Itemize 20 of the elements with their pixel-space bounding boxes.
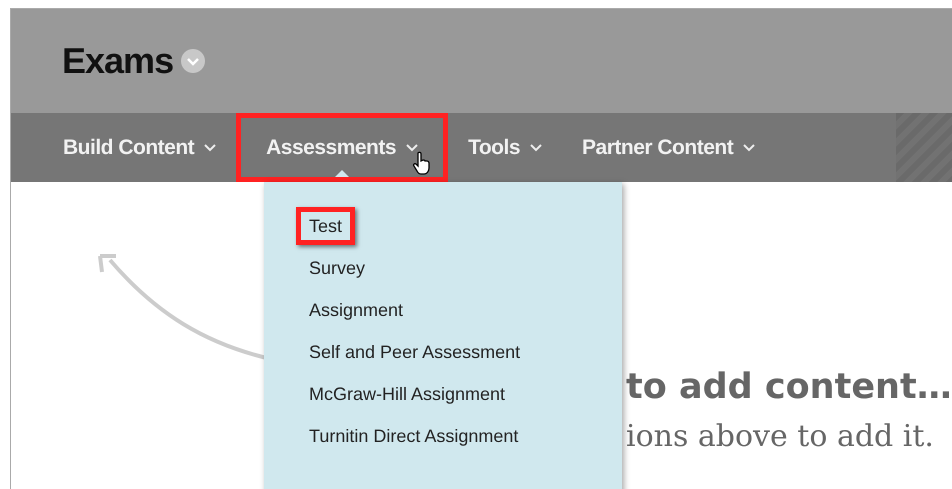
- menu-item[interactable]: McGraw-Hill Assignment: [296, 375, 518, 413]
- nav-menu-button[interactable]: Partner Content: [562, 113, 776, 182]
- menu-item[interactable]: Self and Peer Assessment: [296, 333, 534, 371]
- nav-menu-button[interactable]: Build Content: [43, 113, 236, 182]
- chevron-down-icon: [406, 144, 418, 152]
- menu-item[interactable]: Turnitin Direct Assignment: [296, 417, 532, 455]
- menu-item[interactable]: Test: [296, 207, 356, 245]
- striped-panel: [896, 113, 952, 182]
- chevron-down-icon: [204, 144, 216, 152]
- menu-item[interactable]: Assignment: [296, 291, 416, 329]
- chevron-down-icon: [530, 144, 542, 152]
- menu-item[interactable]: Survey: [296, 249, 378, 287]
- nav-menu-button[interactable]: Tools: [448, 113, 562, 182]
- chevron-circle-icon[interactable]: [181, 49, 206, 73]
- hand-cursor-icon: [412, 151, 432, 175]
- page-title: Exams: [62, 40, 174, 82]
- empty-state-heading: to add content…: [626, 367, 952, 407]
- nav-menu-button[interactable]: Assessments: [236, 113, 448, 182]
- empty-state-text: ions above to add it.: [626, 419, 935, 454]
- chevron-down-icon: [743, 144, 756, 152]
